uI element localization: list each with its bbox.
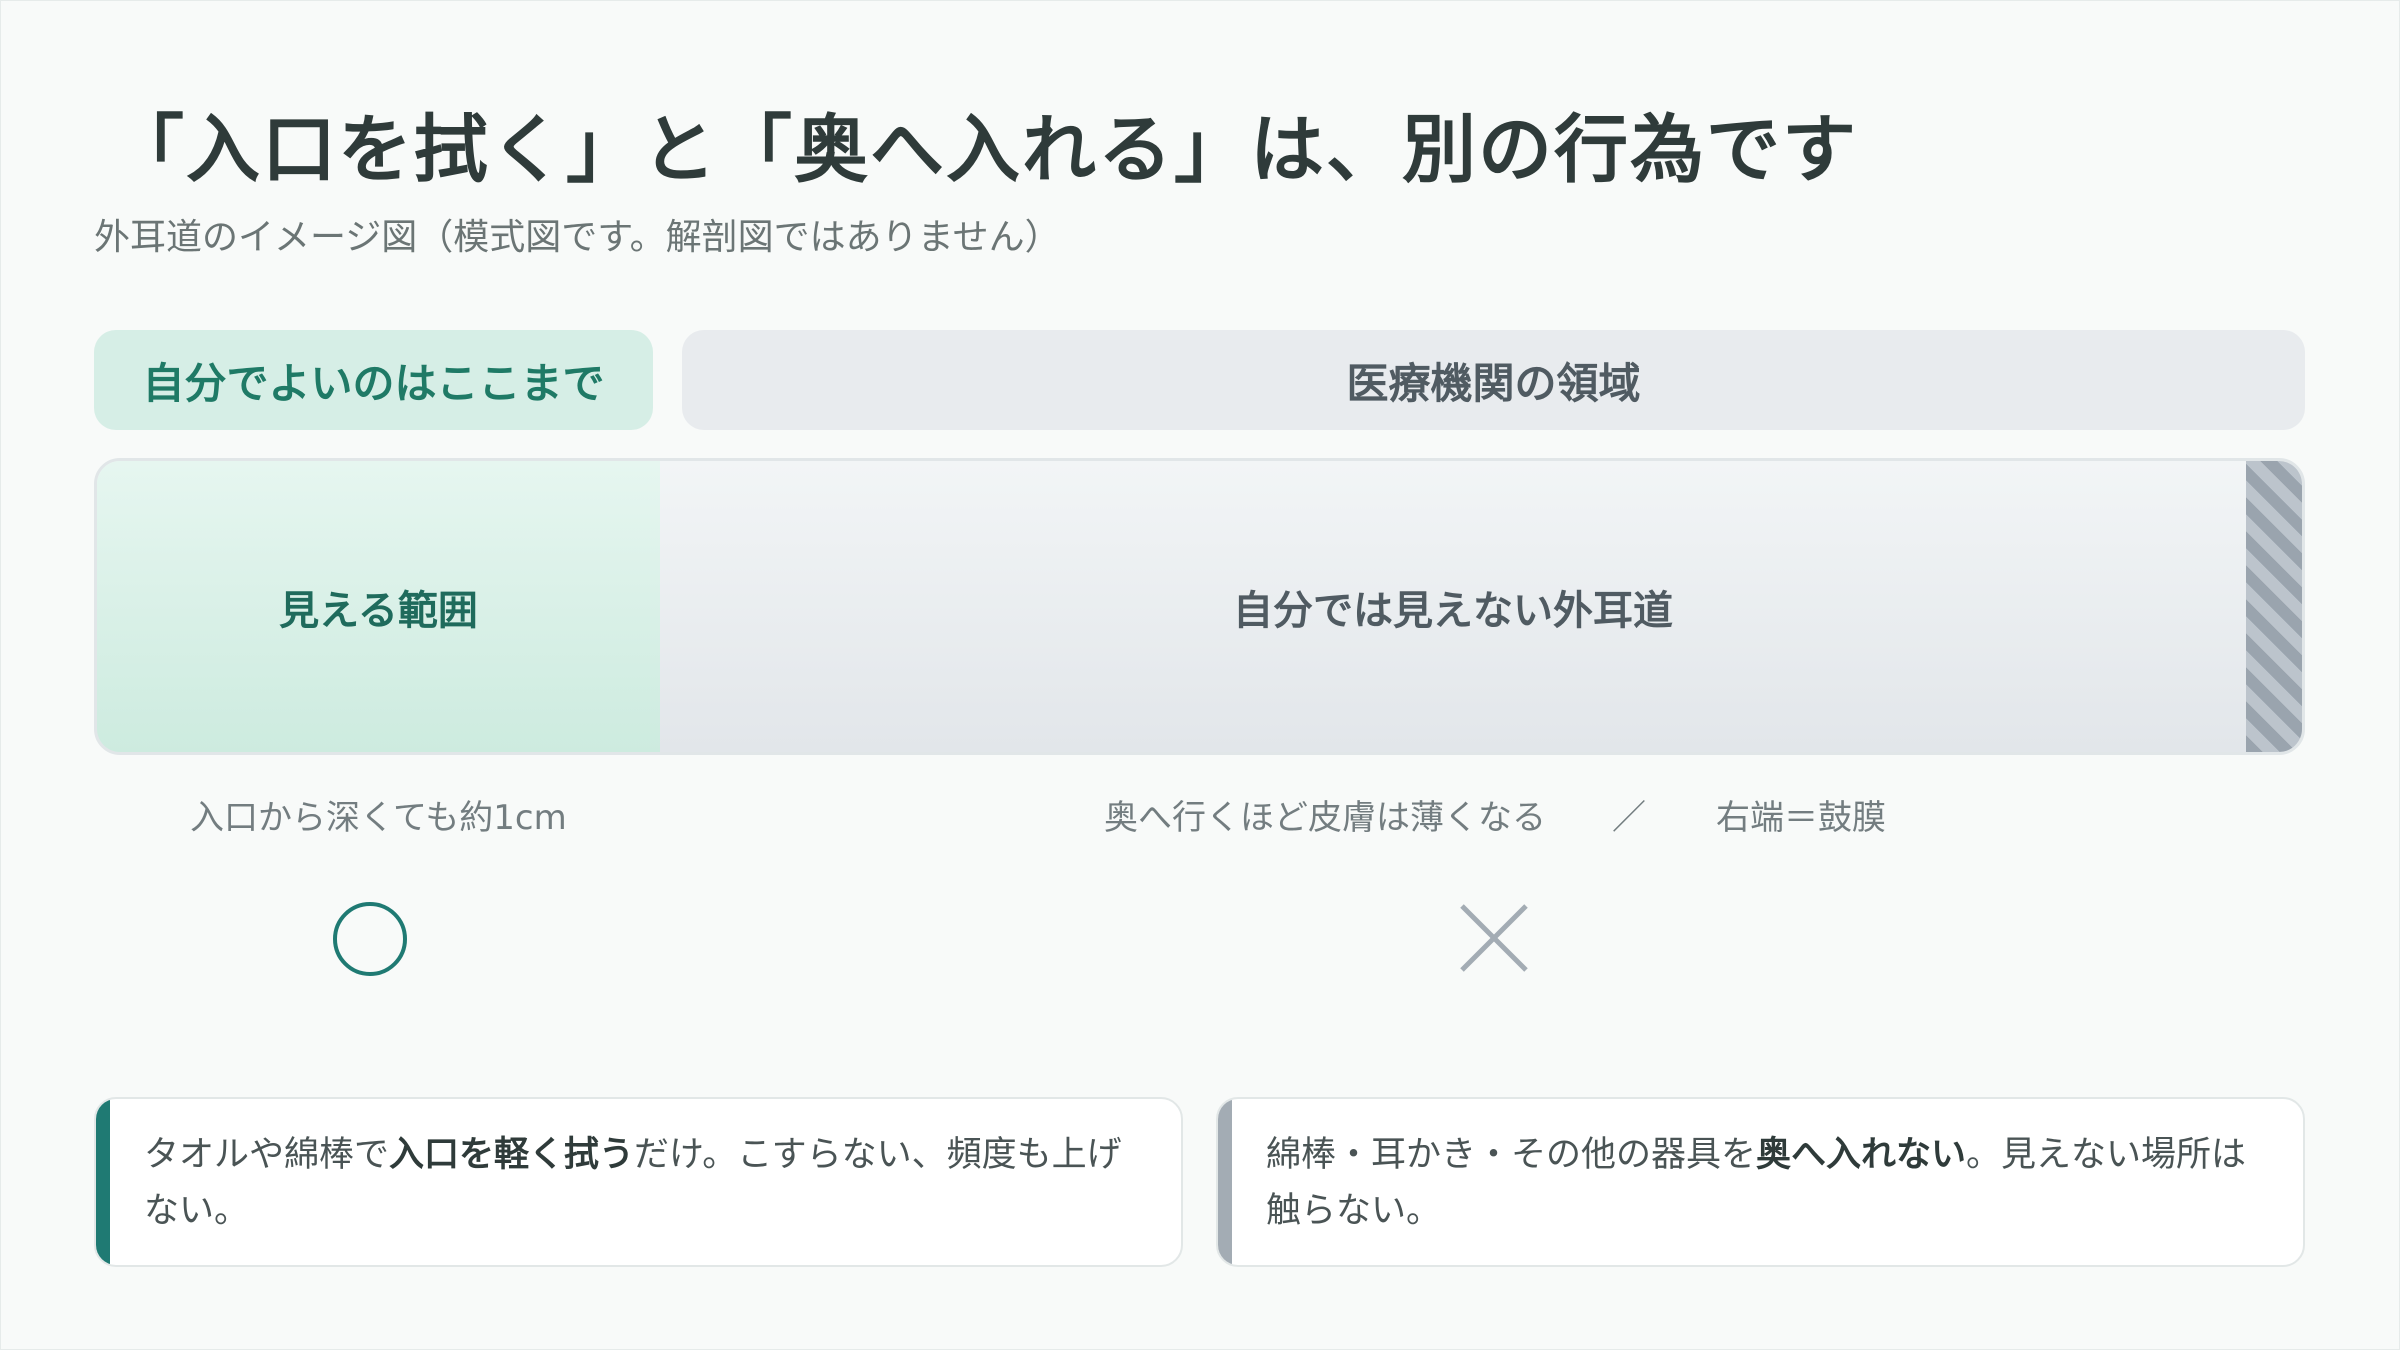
self-care-zone-label: 自分でよいのはここまで xyxy=(94,330,653,430)
eardrum-marker xyxy=(2246,461,2302,752)
cross-ng-icon xyxy=(1460,904,1528,972)
ear-canal-diagram: 見える範囲 自分では見えない外耳道 xyxy=(94,458,2305,755)
skin-thinner-note: 奥へ行くほど皮膚は薄くなる xyxy=(1104,798,1546,838)
ok-card-accent-bar xyxy=(96,1099,110,1265)
ng-text-bold: 奥へ入れない xyxy=(1756,1135,1967,1175)
ng-text-pre: 綿棒・耳かき・その他の器具を xyxy=(1266,1135,1757,1175)
hidden-zone-label: 自分では見えない外耳道 xyxy=(1233,587,1673,634)
ng-advice-text: 綿棒・耳かき・その他の器具を奥へ入れない。見えない場所は触らない。 xyxy=(1266,1127,2263,1239)
medical-zone-label: 医療機関の領域 xyxy=(682,330,2305,430)
page-subtitle: 外耳道のイメージ図（模式図です。解剖図ではありません） xyxy=(94,217,1061,258)
ng-advice-card: 綿棒・耳かき・その他の器具を奥へ入れない。見えない場所は触らない。 xyxy=(1216,1097,2305,1267)
note-separator: ／ xyxy=(1612,798,1646,838)
page-title: 「入口を拭く」と「奥へ入れる」は、別の行為です xyxy=(110,107,1858,193)
ng-card-accent-bar xyxy=(1218,1099,1232,1265)
entrance-depth-note: 入口から深くても約1cm xyxy=(190,798,567,838)
ok-advice-card: タオルや綿棒で入口を軽く拭うだけ。こすらない、頻度も上げない。 xyxy=(94,1097,1183,1267)
ok-advice-text: タオルや綿棒で入口を軽く拭うだけ。こすらない、頻度も上げない。 xyxy=(144,1127,1141,1239)
eardrum-note: 右端＝鼓膜 xyxy=(1716,798,1886,838)
ok-text-bold: 入口を軽く拭う xyxy=(389,1135,635,1175)
ok-text-pre: タオルや綿棒で xyxy=(144,1135,390,1175)
circle-ok-icon xyxy=(333,902,407,976)
visible-zone: 見える範囲 xyxy=(97,461,660,752)
visible-zone-label: 見える範囲 xyxy=(279,587,478,634)
hidden-zone: 自分では見えない外耳道 xyxy=(660,461,2246,752)
